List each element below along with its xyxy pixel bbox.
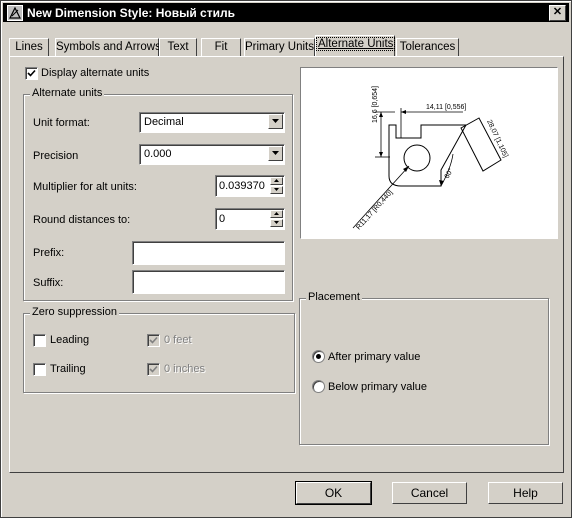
dropdown-button[interactable]	[268, 114, 283, 129]
placement-group: Placement	[299, 291, 549, 445]
tab-alternate-units[interactable]: Alternate Units	[315, 35, 396, 56]
leading-checkbox[interactable]	[33, 334, 46, 347]
arrow-down-icon	[274, 188, 279, 191]
checkmark-icon	[27, 69, 36, 77]
alternate-units-group-title: Alternate units	[30, 87, 105, 99]
tab-tolerances[interactable]: Tolerances	[396, 38, 459, 56]
zero-suppression-group-title: Zero suppression	[30, 306, 119, 318]
precision-label: Precision	[33, 150, 79, 162]
tab-fit[interactable]: Fit	[201, 38, 241, 56]
dropdown-button[interactable]	[268, 146, 283, 161]
arrow-down-icon	[274, 221, 279, 224]
zero-feet-label: 0 feet	[164, 334, 192, 346]
tab-text[interactable]: Text	[159, 38, 197, 56]
placement-group-title: Placement	[306, 291, 362, 303]
after-primary-label: After primary value	[328, 351, 421, 363]
dim-left-text: 16,6 [0,654]	[372, 86, 379, 123]
multiplier-label: Multiplier for alt units:	[33, 181, 137, 193]
display-alternate-units-checkbox[interactable]	[25, 67, 38, 80]
display-alternate-units-label: Display alternate units	[41, 67, 150, 79]
below-primary-label: Below primary value	[328, 381, 428, 393]
dimension-preview-drawing: 14,11 [0,556] 16,6 [0,654] 28,07 [1,105]…	[352, 86, 509, 231]
zero-inches-checkbox	[147, 363, 160, 376]
window-title: New Dimension Style: Новый стиль	[27, 6, 235, 20]
spin-up-button[interactable]	[270, 210, 283, 218]
radio-dot	[316, 354, 321, 359]
tab-symbols-and-arrows[interactable]: Symbols and Arrows	[55, 38, 161, 56]
trailing-label: Trailing	[50, 363, 86, 375]
unit-format-select[interactable]: Decimal	[139, 112, 285, 133]
chevron-down-icon	[272, 119, 279, 123]
help-button[interactable]: Help	[488, 482, 563, 504]
round-distances-spinner[interactable]: 0	[215, 208, 285, 230]
tab-lines[interactable]: Lines	[9, 38, 49, 56]
below-primary-radio[interactable]	[312, 380, 325, 393]
multiplier-spinner[interactable]: 0.039370	[215, 175, 285, 197]
cancel-button[interactable]: Cancel	[392, 482, 467, 504]
dim-radius-text: R11,17 [R0,440]	[355, 189, 394, 231]
spin-up-button[interactable]	[270, 177, 283, 185]
round-distances-label: Round distances to:	[33, 214, 131, 226]
preview-pane: 14,11 [0,556] 16,6 [0,654] 28,07 [1,105]…	[300, 67, 558, 239]
suffix-label: Suffix:	[33, 277, 64, 289]
checkmark-icon	[149, 365, 158, 373]
prefix-label: Prefix:	[33, 247, 65, 259]
arrow-up-icon	[274, 179, 279, 182]
ok-button[interactable]: OK	[295, 481, 372, 505]
close-icon: ✕	[552, 6, 563, 18]
zero-inches-label: 0 inches	[164, 363, 205, 375]
dim-angle-text: 60°	[443, 167, 455, 180]
dim-top-text: 14,11 [0,556]	[426, 104, 466, 111]
unit-format-label: Unit format:	[33, 117, 90, 129]
prefix-input[interactable]	[132, 241, 285, 265]
checkmark-icon	[149, 336, 158, 344]
zero-feet-checkbox	[147, 334, 160, 347]
suffix-input[interactable]	[132, 270, 285, 294]
leading-label: Leading	[50, 334, 90, 346]
close-button[interactable]: ✕	[549, 5, 566, 21]
after-primary-radio[interactable]	[312, 350, 325, 363]
chevron-down-icon	[272, 151, 279, 155]
zero-suppression-group: Zero suppression	[23, 306, 295, 393]
spin-down-button[interactable]	[270, 186, 283, 194]
precision-select[interactable]: 0.000	[139, 144, 285, 165]
app-icon	[7, 5, 23, 21]
spin-down-button[interactable]	[270, 219, 283, 227]
tab-primary-units[interactable]: Primary Units	[244, 38, 315, 56]
dialog-window: New Dimension Style: Новый стиль ✕ Lines…	[0, 0, 572, 518]
title-bar[interactable]: New Dimension Style: Новый стиль ✕	[3, 3, 569, 22]
arrow-up-icon	[274, 212, 279, 215]
trailing-checkbox[interactable]	[33, 363, 46, 376]
